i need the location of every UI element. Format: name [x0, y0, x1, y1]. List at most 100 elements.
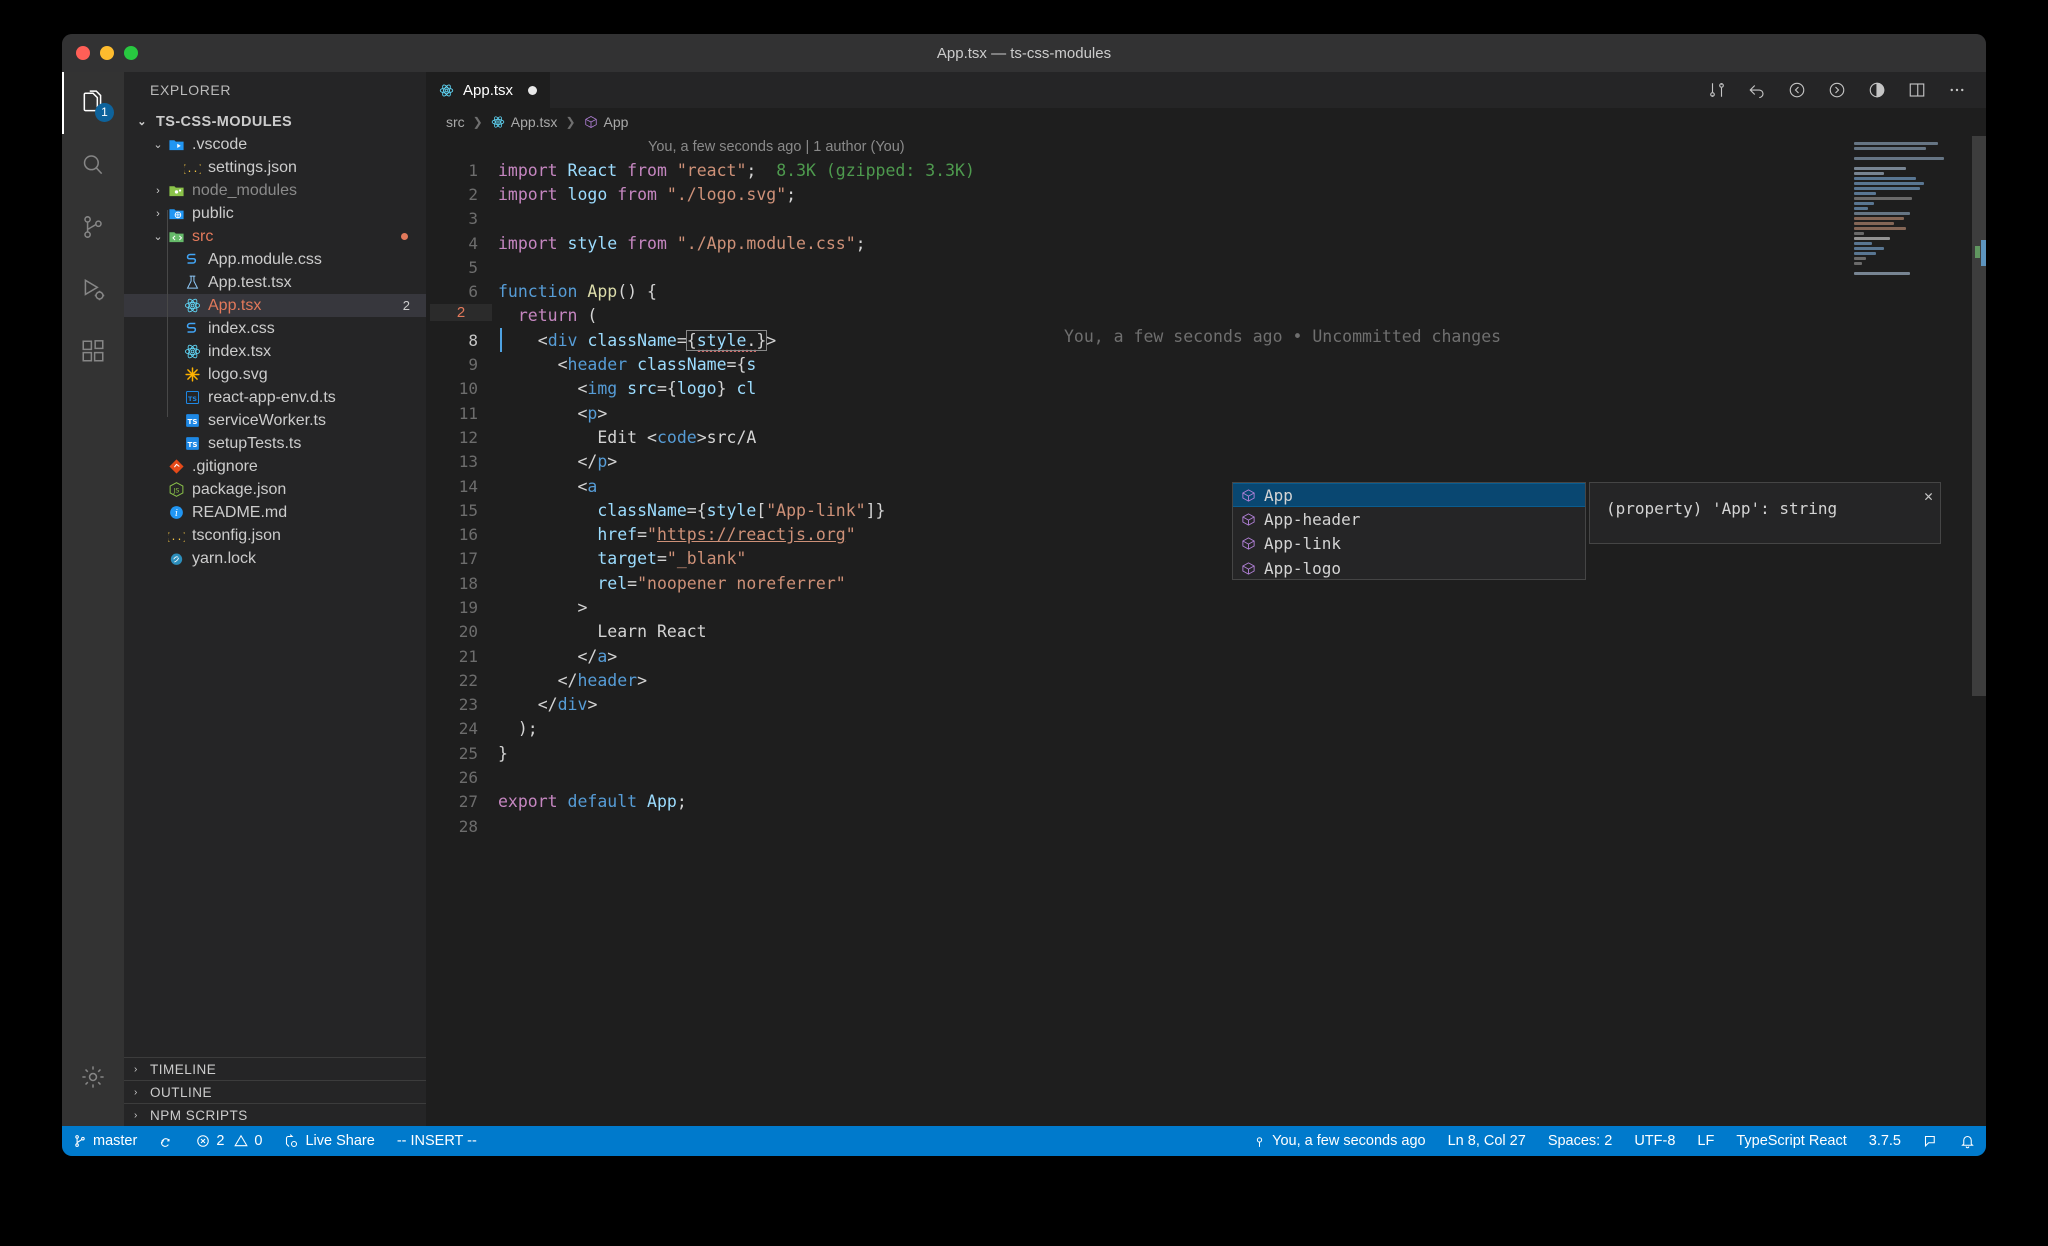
- code-line[interactable]: 10 <img src={logo} cl: [426, 377, 1986, 401]
- status-feedback[interactable]: [1912, 1126, 1949, 1156]
- window-controls[interactable]: [76, 46, 138, 60]
- tree-item-node-modules[interactable]: › node_modules: [124, 179, 426, 202]
- tree-item-react-app-env-d-ts[interactable]: TS react-app-env.d.ts: [124, 386, 426, 409]
- tree-item-readme-md[interactable]: i README.md: [124, 501, 426, 524]
- tab-dirty-indicator[interactable]: [528, 85, 538, 95]
- activity-explorer[interactable]: 1: [62, 72, 124, 134]
- suggest-item-app-logo[interactable]: App-logo: [1233, 556, 1585, 579]
- status-cursor-position-label: Ln 8, Col 27: [1447, 1133, 1526, 1149]
- tree-item--vscode[interactable]: ⌄ .vscode: [124, 133, 426, 156]
- tree-item-logo-svg[interactable]: logo.svg: [124, 363, 426, 386]
- code-line[interactable]: 18 rel="noopener noreferrer": [426, 571, 1986, 595]
- svg-text:{..}: {..}: [168, 532, 185, 543]
- status-live-share[interactable]: Live Share: [273, 1126, 385, 1156]
- status-encoding[interactable]: UTF-8: [1623, 1126, 1686, 1156]
- editor-scrollbar[interactable]: [1972, 136, 1986, 696]
- status-vim-mode[interactable]: -- INSERT --: [386, 1126, 488, 1156]
- code-line[interactable]: 17 target="_blank": [426, 547, 1986, 571]
- tree-item-app-module-css[interactable]: App.module.css: [124, 248, 426, 271]
- suggest-item-app-link[interactable]: App-link: [1233, 532, 1585, 556]
- tree-item-settings-json[interactable]: {..} settings.json: [124, 156, 426, 179]
- blame-header: You, a few seconds ago | 1 author (You): [426, 136, 1986, 158]
- code-line[interactable]: 9 <header className={s: [426, 352, 1986, 376]
- tree-item--gitignore[interactable]: .gitignore: [124, 455, 426, 478]
- code-line[interactable]: 2 import logo from "./logo.svg";: [426, 182, 1986, 206]
- breadcrumb-symbol[interactable]: App: [584, 114, 628, 130]
- tree-indent-guide: [167, 210, 168, 417]
- split-compare-icon[interactable]: [1708, 81, 1726, 99]
- code-line[interactable]: 7 return (: [426, 304, 1986, 328]
- file-tree[interactable]: ⌄ TS-CSS-MODULES ⌄ .vscode {..} settings.js…: [124, 108, 426, 1057]
- maximize-window-button[interactable]: [124, 46, 138, 60]
- breadcrumb-src[interactable]: src: [446, 114, 465, 130]
- tab-app-tsx[interactable]: App.tsx: [426, 72, 552, 108]
- code-line[interactable]: 3: [426, 207, 1986, 231]
- code-line[interactable]: 25}: [426, 741, 1986, 765]
- code-line[interactable]: 28: [426, 814, 1986, 838]
- code-line[interactable]: 21 </a>: [426, 644, 1986, 668]
- next-change-icon[interactable]: [1828, 81, 1846, 99]
- tree-item-package-json[interactable]: JS package.json: [124, 478, 426, 501]
- status-eol[interactable]: LF: [1686, 1126, 1725, 1156]
- code-line[interactable]: 22 </header>: [426, 668, 1986, 692]
- section-timeline[interactable]: › TIMELINE: [124, 1057, 426, 1080]
- code-line[interactable]: 24 );: [426, 717, 1986, 741]
- code-line[interactable]: 5: [426, 255, 1986, 279]
- tree-item-src[interactable]: ⌄ src: [124, 225, 426, 248]
- code-line[interactable]: 12 Edit <code>src/A: [426, 425, 1986, 449]
- status-sync[interactable]: [148, 1126, 185, 1156]
- theme-contrast-icon[interactable]: [1868, 81, 1886, 99]
- code-line[interactable]: 4 import style from "./App.module.css";: [426, 231, 1986, 255]
- code-line[interactable]: 26: [426, 765, 1986, 789]
- minimize-window-button[interactable]: [100, 46, 114, 60]
- tree-item-setuptests-ts[interactable]: TS setupTests.ts: [124, 432, 426, 455]
- tree-item-index-tsx[interactable]: index.tsx: [124, 340, 426, 363]
- tree-item-public[interactable]: › public: [124, 202, 426, 225]
- prev-change-icon[interactable]: [1788, 81, 1806, 99]
- split-editor-icon[interactable]: [1908, 81, 1926, 99]
- tree-item-app-tsx[interactable]: App.tsx 2: [124, 294, 426, 317]
- tree-item-app-test-tsx[interactable]: App.test.tsx: [124, 271, 426, 294]
- tree-item-index-css[interactable]: index.css: [124, 317, 426, 340]
- section-npm-scripts[interactable]: › NPM SCRIPTS: [124, 1103, 426, 1126]
- close-window-button[interactable]: [76, 46, 90, 60]
- section-outline[interactable]: › OUTLINE: [124, 1080, 426, 1103]
- code-scroll[interactable]: You, a few seconds ago | 1 author (You) …: [426, 136, 1986, 1126]
- code-line[interactable]: 6 function App() {: [426, 279, 1986, 303]
- code-line[interactable]: 13 </p>: [426, 450, 1986, 474]
- code-editor[interactable]: You, a few seconds ago | 1 author (You) …: [426, 136, 1986, 1126]
- code-line[interactable]: 19 >: [426, 595, 1986, 619]
- minimap[interactable]: [1854, 142, 1972, 275]
- code-line[interactable]: 1 import React from "react"; 8.3K (gzippe…: [426, 158, 1986, 182]
- code-line[interactable]: 27 export default App;: [426, 790, 1986, 814]
- status-language-mode[interactable]: TypeScript React: [1725, 1126, 1857, 1156]
- status-problems[interactable]: 2 0: [185, 1126, 273, 1156]
- activity-extensions[interactable]: [62, 320, 124, 382]
- tree-item-serviceworker-ts[interactable]: TS serviceWorker.ts: [124, 409, 426, 432]
- suggest-widget[interactable]: App App-header App-link App-logo: [1232, 482, 1586, 580]
- activity-manage[interactable]: [62, 1046, 124, 1108]
- status-indentation[interactable]: Spaces: 2: [1537, 1126, 1624, 1156]
- tree-item-yarn-lock[interactable]: yarn.lock: [124, 547, 426, 570]
- status-notifications[interactable]: [1949, 1126, 1986, 1156]
- tree-root[interactable]: ⌄ TS-CSS-MODULES: [124, 110, 426, 133]
- more-actions-icon[interactable]: [1948, 81, 1966, 99]
- go-back-icon[interactable]: [1748, 81, 1766, 99]
- tree-item-tsconfig-json[interactable]: {..} tsconfig.json: [124, 524, 426, 547]
- breadcrumb-file[interactable]: App.tsx: [491, 114, 557, 130]
- activity-source-control[interactable]: [62, 196, 124, 258]
- close-icon[interactable]: ✕: [1924, 487, 1933, 505]
- status-git-blame[interactable]: You, a few seconds ago: [1242, 1126, 1436, 1156]
- code-line[interactable]: 11 <p>: [426, 401, 1986, 425]
- suggest-item-app-header[interactable]: App-header: [1233, 507, 1585, 531]
- activity-run-debug[interactable]: [62, 258, 124, 320]
- status-branch[interactable]: master: [62, 1126, 148, 1156]
- css-icon: [182, 251, 202, 269]
- suggest-item-app[interactable]: App: [1233, 483, 1585, 508]
- activity-search[interactable]: [62, 134, 124, 196]
- code-line[interactable]: 20 Learn React: [426, 620, 1986, 644]
- status-cursor-position[interactable]: Ln 8, Col 27: [1437, 1126, 1537, 1156]
- code-line[interactable]: 23 </div>: [426, 693, 1986, 717]
- folder-vscode-icon: [166, 136, 186, 154]
- status-ts-version[interactable]: 3.7.5: [1858, 1126, 1912, 1156]
